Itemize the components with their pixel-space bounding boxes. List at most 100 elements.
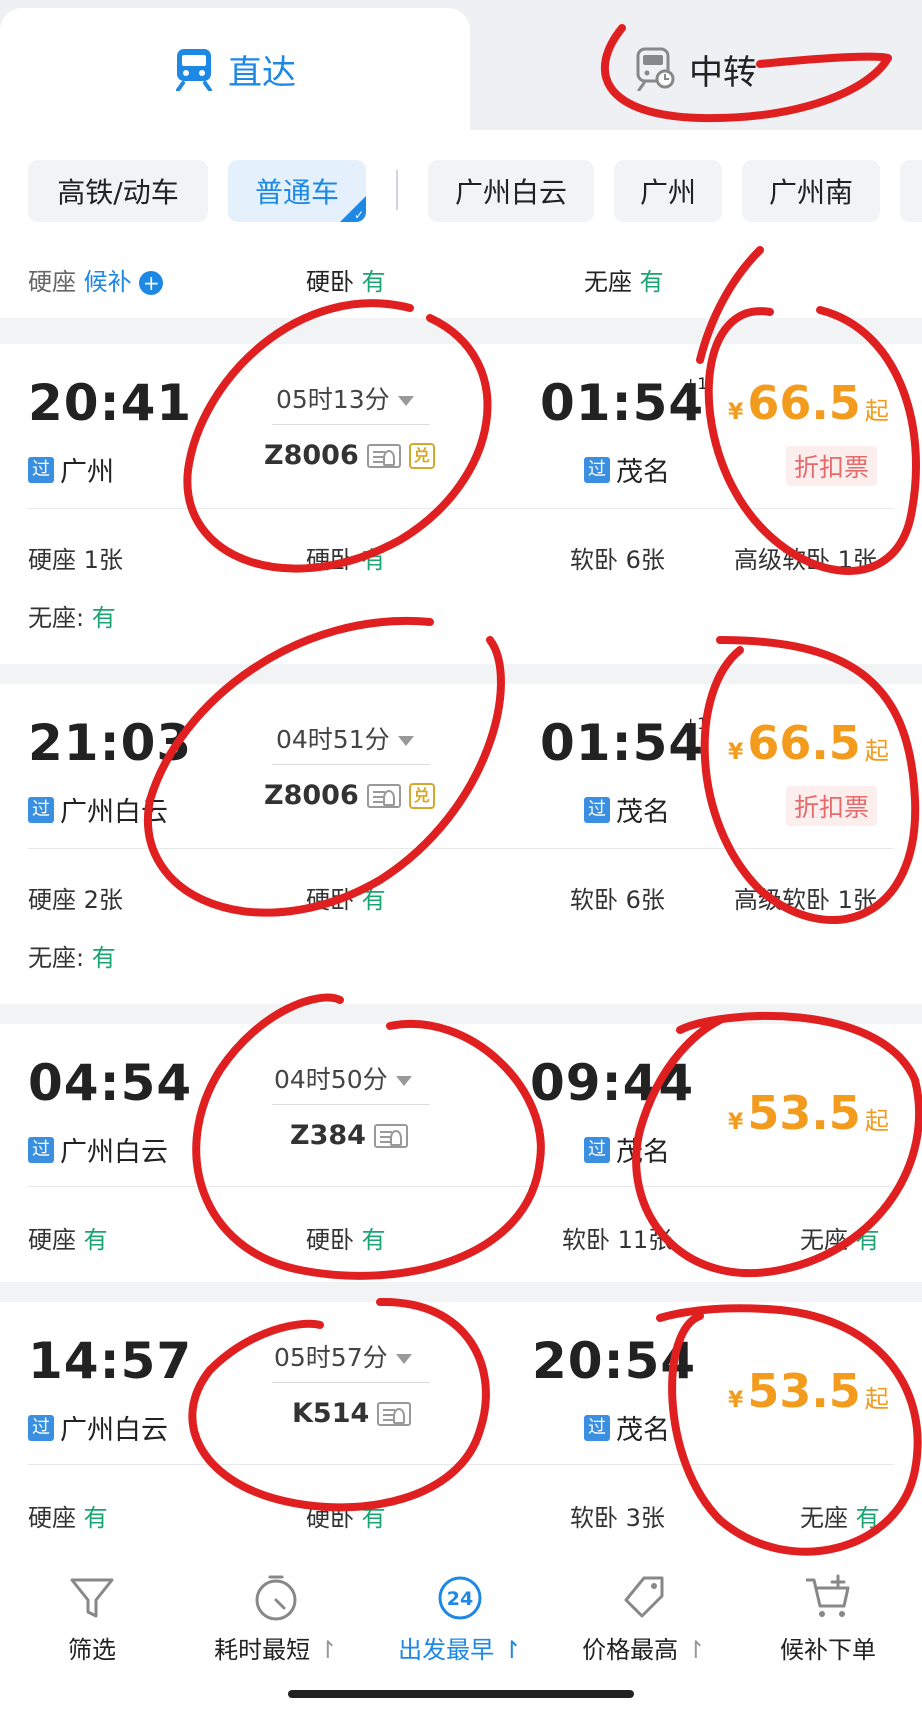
depart-station-name: 广州白云	[60, 797, 168, 828]
seat-name: 高级软卧	[734, 546, 830, 574]
depart-station: 过 广州	[28, 450, 114, 489]
price-currency: ¥	[728, 740, 744, 765]
seat-name: 硬座	[28, 1226, 76, 1254]
train-number[interactable]: K514	[292, 1398, 412, 1429]
seat-name: 无座	[800, 1226, 848, 1254]
nav-shortest-duration[interactable]: 耗时最短 ↾	[184, 1555, 368, 1665]
dropdown-triangle-icon	[397, 396, 414, 406]
seat-value: 有	[361, 1226, 386, 1254]
seat-item: 无座: 有	[28, 938, 116, 973]
duration-line	[272, 424, 430, 425]
price-value: 53.5	[747, 1364, 861, 1418]
arrive-station-name: 茂名	[616, 797, 670, 828]
cross-day-mark: +1	[684, 374, 708, 393]
summary-hard-sleeper-status: 有	[361, 268, 386, 296]
nav-shortest-duration-text: 耗时最短	[214, 1636, 311, 1664]
duration[interactable]: 04时50分	[274, 1060, 412, 1096]
seat-item: 硬座 2张	[28, 880, 123, 915]
depart-time: 04:54	[28, 1054, 193, 1112]
seat-item: 硬座 有	[28, 1220, 108, 1255]
train-number[interactable]: Z384	[290, 1120, 408, 1151]
dropdown-triangle-icon	[397, 736, 414, 746]
price-suffix: 起	[864, 737, 889, 765]
card-separator	[28, 1464, 894, 1465]
duration[interactable]: 05时57分	[274, 1338, 412, 1374]
price-tag-icon	[624, 1576, 664, 1618]
seat-name: 软卧	[570, 546, 618, 574]
nav-highest-price-text: 价格最高	[582, 1636, 679, 1664]
tab-direct[interactable]: 直达	[0, 8, 470, 130]
seat-value: 2张	[83, 886, 123, 914]
seat-item: 硬座 有	[28, 1498, 108, 1533]
seat-value: 有	[855, 1504, 880, 1532]
tab-direct-label: 直达	[228, 52, 296, 93]
chip-more[interactable]	[900, 160, 922, 222]
seat-item: 高级软卧 1张	[734, 880, 877, 915]
depart-station: 过 广州白云	[28, 1408, 168, 1447]
dropdown-triangle-icon	[395, 1354, 412, 1364]
price-suffix: 起	[864, 1107, 889, 1135]
chip-station-guangzhou-south[interactable]: 广州南	[742, 160, 880, 222]
id-card-icon	[377, 1401, 412, 1426]
summary-hard-seat-label: 硬座	[28, 268, 76, 296]
seat-item: 无座: 有	[28, 598, 116, 633]
arrive-station: 过 茂名	[584, 1408, 670, 1447]
chip-high-speed[interactable]: 高铁/动车	[28, 160, 208, 222]
seat-name: 软卧	[570, 886, 618, 914]
route-type-tabs: 直达 中转	[0, 0, 922, 130]
price-value: 66.5	[747, 716, 861, 770]
seat-value: 有	[83, 1226, 108, 1254]
seat-summary-row: 硬座 候补 + 硬卧 有 无座 有	[0, 240, 922, 318]
train-card[interactable]: 14:57 过 广州白云 05时57分 K514 20:54 过 茂名 ¥ 53…	[0, 1302, 922, 1555]
duration[interactable]: 05时13分	[276, 380, 414, 416]
seat-item: 软卧 11张	[562, 1220, 672, 1255]
seat-value: 有	[361, 1504, 386, 1532]
tab-transfer-label: 中转	[689, 52, 757, 93]
train-number[interactable]: Z8006 兑	[264, 780, 435, 811]
card-separator	[28, 848, 894, 849]
card-separator	[28, 1186, 894, 1187]
nav-filter[interactable]: 筛选	[0, 1555, 184, 1665]
check-icon: ✓	[353, 208, 364, 222]
train-number[interactable]: Z8006 兑	[264, 440, 435, 471]
duration[interactable]: 04时51分	[276, 720, 414, 756]
seat-value: 6张	[625, 886, 665, 914]
pass-badge: 过	[584, 1414, 610, 1441]
nav-earliest-departure[interactable]: 24 出发最早 ↾	[368, 1555, 552, 1665]
tab-transfer[interactable]: 中转	[470, 8, 922, 130]
train-card[interactable]: 21:03 过 广州白云 04时51分 Z8006 兑 01:54 +1 过 茂…	[0, 684, 922, 1004]
chip-regular-train-label: 普通车	[254, 176, 339, 209]
train-card[interactable]: 20:41 过 广州 05时13分 Z8006 兑 01:54 +1 过 茂名 …	[0, 344, 922, 664]
price-suffix: 起	[864, 397, 889, 425]
summary-hard-seat[interactable]: 硬座 候补 +	[28, 262, 164, 297]
summary-no-seat-status: 有	[639, 268, 664, 296]
price-currency: ¥	[728, 1388, 744, 1413]
duration-line	[272, 1382, 430, 1383]
seat-value: 1张	[83, 546, 123, 574]
station-filter-bar: 高铁/动车 普通车 ✓ 广州白云 广州 广州南	[0, 130, 922, 240]
summary-no-seat: 无座 有	[584, 262, 664, 297]
chip-station-guangzhou-baiyun[interactable]: 广州白云	[428, 160, 594, 222]
bottom-toolbar: 筛选 耗时最短 ↾ 24 出发最早 ↾ 价格最高 ↾ 候补下单	[0, 1555, 922, 1711]
summary-no-seat-label: 无座	[584, 268, 632, 296]
nav-highest-price[interactable]: 价格最高 ↾	[552, 1555, 736, 1665]
pass-badge: 过	[28, 1136, 54, 1163]
train-card[interactable]: 04:54 过 广州白云 04时50分 Z384 09:44 过 茂名 ¥ 53…	[0, 1024, 922, 1282]
sort-arrow-icon: ↾	[501, 1636, 522, 1664]
seat-value: 3张	[625, 1504, 665, 1532]
dropdown-triangle-icon	[395, 1076, 412, 1086]
nav-earliest-departure-text: 出发最早	[398, 1636, 495, 1664]
depart-station: 过 广州白云	[28, 790, 168, 829]
seat-item: 硬卧 有	[306, 1498, 386, 1533]
price-currency: ¥	[728, 1110, 744, 1135]
chip-regular-train[interactable]: 普通车 ✓	[228, 160, 366, 222]
price: ¥ 53.5 起	[728, 1364, 889, 1418]
chip-station-guangzhou[interactable]: 广州	[614, 160, 722, 222]
pass-badge: 过	[584, 1136, 610, 1163]
cross-day-mark: +1	[684, 714, 708, 733]
id-card-icon	[373, 1123, 408, 1148]
seat-name: 无座	[800, 1504, 848, 1532]
timer-icon	[255, 1575, 297, 1621]
nav-waitlist-order[interactable]: 候补下单	[736, 1555, 920, 1665]
pass-badge: 过	[584, 796, 610, 823]
